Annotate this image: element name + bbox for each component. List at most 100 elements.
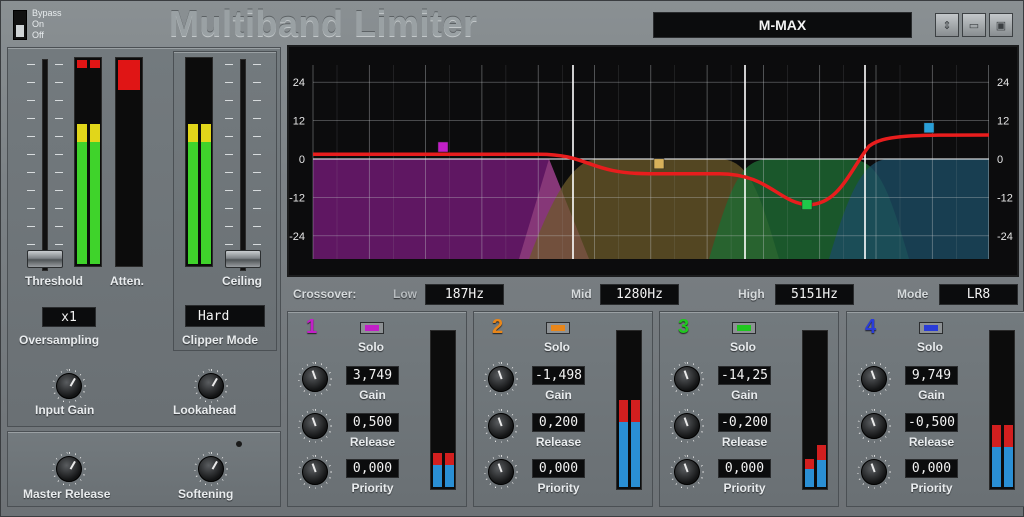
band-1-panel: 1 Solo 3,749 Gain 0,500 Release 0,000 Priority <box>287 311 467 507</box>
band-release-knob[interactable] <box>861 413 887 439</box>
master-release-knob[interactable] <box>56 456 82 482</box>
lookahead-label: Lookahead <box>173 403 237 417</box>
knob-indicator <box>311 463 317 473</box>
crossover-mid-display[interactable]: 1280Hz <box>600 284 679 305</box>
knob-indicator <box>683 370 689 380</box>
input-gain-knob[interactable] <box>56 373 82 399</box>
meter-bar-right <box>445 465 454 487</box>
device-title: Multiband Limiter <box>169 3 478 44</box>
band-priority-display[interactable]: 0,000 <box>532 459 585 478</box>
solo-led <box>737 325 751 331</box>
clipper-mode-display[interactable]: Hard <box>185 305 265 327</box>
ceiling-fader[interactable] <box>225 250 261 268</box>
scale-tick <box>27 154 35 155</box>
band-3-gain-handle[interactable] <box>801 199 813 210</box>
softening-led <box>236 441 242 447</box>
y-tick-label-right: 24 <box>997 77 1009 89</box>
crossover-high-display[interactable]: 5151Hz <box>775 284 854 305</box>
band-level-meter <box>430 330 456 490</box>
crossover-mid-label: Mid <box>571 287 592 301</box>
oversampling-display[interactable]: x1 <box>42 307 96 327</box>
band-gain-display[interactable]: 3,749 <box>346 366 399 385</box>
band-priority-knob[interactable] <box>488 459 514 485</box>
band-priority-knob[interactable] <box>861 459 887 485</box>
mode-label: Mode <box>897 287 929 301</box>
y-tick-label-left: -24 <box>289 231 305 243</box>
knob-indicator <box>497 370 503 380</box>
scale-tick <box>55 136 63 137</box>
band-release-knob[interactable] <box>302 413 328 439</box>
band-priority-display[interactable]: 0,000 <box>718 459 771 478</box>
crossover-low-display[interactable]: 187Hz <box>425 284 504 305</box>
scale-tick <box>27 136 35 137</box>
band-release-display[interactable]: 0,200 <box>532 413 585 432</box>
meter-bar-left <box>992 447 1001 487</box>
bypass-switch[interactable] <box>13 10 27 40</box>
band-priority-knob[interactable] <box>302 459 328 485</box>
load-preset-button[interactable]: ▭ <box>962 13 986 37</box>
crossover-high-label: High <box>738 287 765 301</box>
knob-indicator <box>870 417 876 427</box>
band-priority-knob[interactable] <box>674 459 700 485</box>
y-tick-label-left: 12 <box>293 116 305 128</box>
band-gain-display[interactable]: -14,25 <box>718 366 771 385</box>
band-2-gain-handle[interactable] <box>653 158 665 170</box>
band-solo-button[interactable] <box>732 322 756 334</box>
oversampling-label: Oversampling <box>19 333 100 347</box>
scale-tick <box>27 244 35 245</box>
scale-tick <box>55 154 63 155</box>
band-priority-display[interactable]: 0,000 <box>346 459 399 478</box>
band-solo-button[interactable] <box>360 322 384 334</box>
frequency-response-graph[interactable]: 24 24 12 12 0 0 -12 -12 -24 -24 <box>287 45 1019 277</box>
scale-tick <box>253 244 261 245</box>
scale-tick <box>225 118 233 119</box>
band-gain-label: Gain <box>359 388 386 402</box>
band-1-gain-handle[interactable] <box>437 141 449 153</box>
band-release-knob[interactable] <box>488 413 514 439</box>
band-release-label: Release <box>721 435 768 449</box>
band-release-display[interactable]: -0,500 <box>905 413 958 432</box>
threshold-fader-track <box>42 59 48 271</box>
preset-arrows-button[interactable]: ⇕ <box>935 13 959 37</box>
y-tick-label-right: 0 <box>997 154 1003 166</box>
attenuation-meter <box>115 57 143 267</box>
band-gain-knob[interactable] <box>488 366 514 392</box>
mode-display[interactable]: LR8 <box>939 284 1018 305</box>
band-gain-knob[interactable] <box>674 366 700 392</box>
scale-tick <box>253 64 261 65</box>
softening-knob[interactable] <box>198 456 224 482</box>
knob-indicator <box>683 463 689 473</box>
band-solo-button[interactable] <box>919 322 943 334</box>
band-solo-button[interactable] <box>546 322 570 334</box>
band-gain-knob[interactable] <box>302 366 328 392</box>
band-4-gain-handle[interactable] <box>923 122 935 134</box>
bypass-label: Bypass <box>32 8 62 18</box>
scale-tick <box>253 100 261 101</box>
band-2-panel: 2 Solo -1,498 Gain 0,200 Release 0,000 Priority <box>473 311 653 507</box>
meter-peak-right <box>631 400 640 422</box>
band-release-display[interactable]: 0,500 <box>346 413 399 432</box>
save-preset-button[interactable]: ▣ <box>989 13 1013 37</box>
meter-peak-right <box>445 453 454 465</box>
band-gain-display[interactable]: 9,749 <box>905 366 958 385</box>
band-release-knob[interactable] <box>674 413 700 439</box>
band-gain-knob[interactable] <box>861 366 887 392</box>
scale-tick <box>225 226 233 227</box>
meter-peak-left <box>992 425 1001 447</box>
preset-display[interactable]: M-MAX <box>653 12 912 38</box>
multiband-limiter-device: Bypass On Off Multiband Limiter M-MAX ⇕ … <box>0 0 1024 517</box>
lookahead-knob[interactable] <box>198 373 224 399</box>
band-priority-display[interactable]: 0,000 <box>905 459 958 478</box>
threshold-fader[interactable] <box>27 250 63 268</box>
band-4-panel: 4 Solo 9,749 Gain -0,500 Release 0,000 Priority <box>846 311 1024 507</box>
clipper-mode-label: Clipper Mode <box>182 333 259 347</box>
scale-tick <box>55 118 63 119</box>
band-solo-label: Solo <box>917 340 943 354</box>
on-label: On <box>32 19 45 29</box>
atten-label: Atten. <box>110 274 144 288</box>
band-release-display[interactable]: -0,200 <box>718 413 771 432</box>
scale-tick <box>27 226 35 227</box>
band-gain-display[interactable]: -1,498 <box>532 366 585 385</box>
solo-led <box>365 325 379 331</box>
scale-tick <box>27 100 35 101</box>
